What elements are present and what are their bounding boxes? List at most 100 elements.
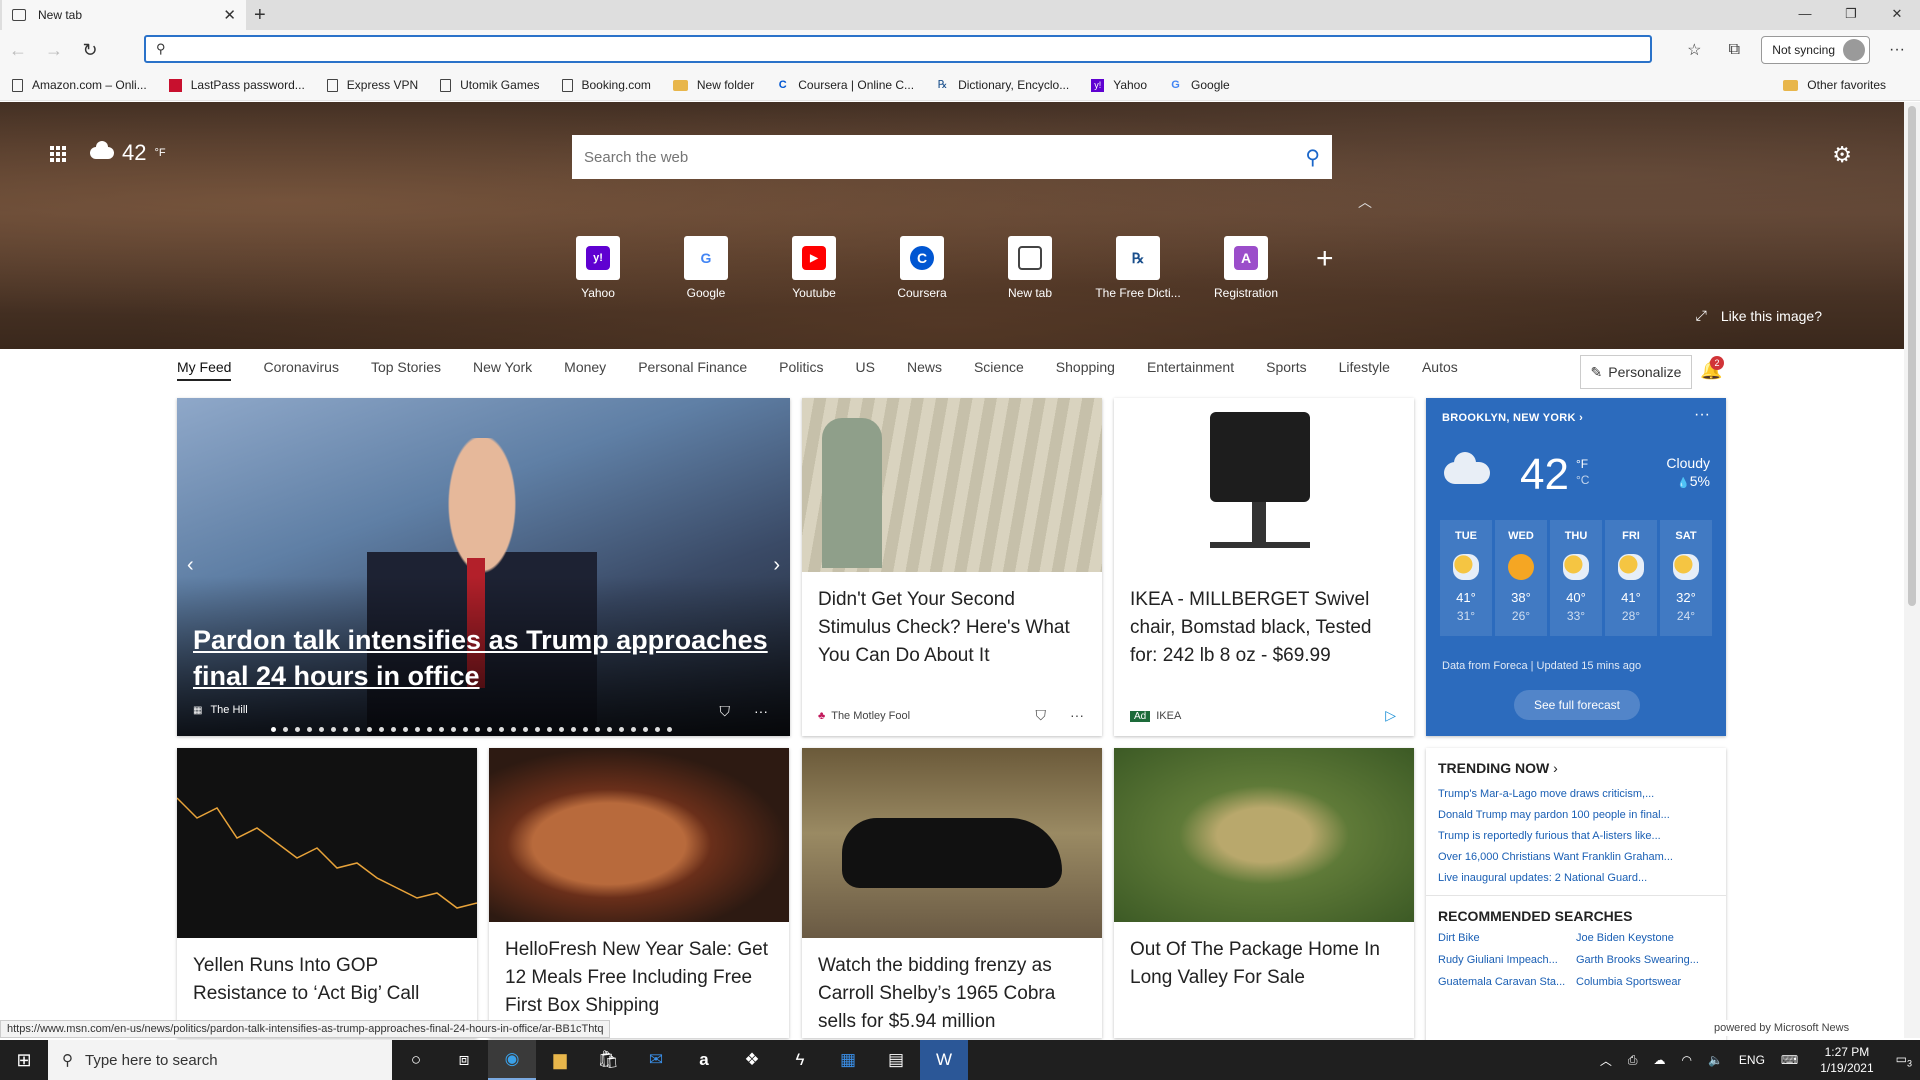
trending-link[interactable]: Over 16,000 Christians Want Franklin Gra… xyxy=(1426,847,1726,868)
other-favorites[interactable]: Other favorites xyxy=(1783,78,1886,92)
app-launcher-icon[interactable] xyxy=(50,146,66,162)
quick-link-youtube[interactable]: ▶ Youtube xyxy=(760,236,868,300)
tab-autos[interactable]: Autos xyxy=(1422,359,1458,381)
trending-link[interactable]: Donald Trump may pardon 100 people in fi… xyxy=(1426,805,1726,826)
mail-icon[interactable]: ✉ xyxy=(632,1040,680,1080)
add-site-icon[interactable]: + xyxy=(1316,242,1334,276)
favorite-new-folder[interactable]: New folder xyxy=(672,78,754,92)
new-tab-button[interactable]: + xyxy=(254,4,266,27)
forecast-day[interactable]: WED 38° 26° xyxy=(1495,520,1547,636)
card-title[interactable]: Watch the bidding frenzy as Carroll Shel… xyxy=(802,938,1102,1036)
tab-entertainment[interactable]: Entertainment xyxy=(1147,359,1234,381)
top-story-card[interactable]: ‹ › Pardon talk intensifies as Trump app… xyxy=(177,398,790,736)
refresh-icon[interactable]: ↻ xyxy=(72,40,108,61)
task-view-icon[interactable]: ⧈ xyxy=(440,1040,488,1080)
more-options-icon[interactable]: ··· xyxy=(754,703,768,720)
unit-f[interactable]: °F xyxy=(1576,456,1589,472)
card-title[interactable]: Out Of The Package Home In Long Valley F… xyxy=(1114,922,1414,992)
quick-link-free-dictionary[interactable]: ℞ The Free Dicti... xyxy=(1084,236,1192,300)
close-tab-icon[interactable]: ✕ xyxy=(223,6,236,24)
more-options-icon[interactable]: ··· xyxy=(1694,406,1710,424)
tab-new-york[interactable]: New York xyxy=(473,359,532,381)
recommended-link[interactable]: Rudy Giuliani Impeach... xyxy=(1438,954,1576,966)
tab-politics[interactable]: Politics xyxy=(779,359,823,381)
yellen-card[interactable]: Yellen Runs Into GOP Resistance to ‘Act … xyxy=(177,748,477,1038)
home-card[interactable]: Out Of The Package Home In Long Valley F… xyxy=(1114,748,1414,1038)
favorite-utomik[interactable]: Utomik Games xyxy=(440,78,540,92)
more-options-icon[interactable]: ··· xyxy=(1070,707,1084,724)
favorite-lastpass[interactable]: LastPass password... xyxy=(168,78,305,92)
tab-money[interactable]: Money xyxy=(564,359,606,381)
adchoices-icon[interactable]: ▷ xyxy=(1385,707,1396,724)
card-title[interactable]: HelloFresh New Year Sale: Get 12 Meals F… xyxy=(489,922,789,1020)
hero-weather[interactable]: 42 °F xyxy=(90,140,166,166)
forecast-day[interactable]: THU 40° 33° xyxy=(1550,520,1602,636)
scrollbar-thumb[interactable] xyxy=(1908,106,1916,606)
tab-us[interactable]: US xyxy=(856,359,875,381)
stimulus-card[interactable]: Didn't Get Your Second Stimulus Check? H… xyxy=(802,398,1102,736)
tab-shopping[interactable]: Shopping xyxy=(1056,359,1115,381)
favorite-booking[interactable]: Booking.com xyxy=(561,78,651,92)
forecast-day[interactable]: FRI 41° 28° xyxy=(1605,520,1657,636)
card-title[interactable]: Didn't Get Your Second Stimulus Check? H… xyxy=(802,572,1102,670)
calendar-icon[interactable]: ▦ xyxy=(824,1040,872,1080)
favorite-yahoo[interactable]: y! Yahoo xyxy=(1091,78,1147,92)
gear-icon[interactable]: ⚙ xyxy=(1832,142,1852,168)
trending-link[interactable]: Trump's Mar-a-Lago move draws criticism,… xyxy=(1426,784,1726,805)
amazon-icon[interactable]: a xyxy=(680,1040,728,1080)
bookmark-icon[interactable]: ⛉ xyxy=(720,703,731,720)
ikea-ad-card[interactable]: IKEA - MILLBERGET Swivel chair, Bomstad … xyxy=(1114,398,1414,736)
tab-personal-finance[interactable]: Personal Finance xyxy=(638,359,747,381)
favorites-star-icon[interactable]: ☆ xyxy=(1681,40,1707,60)
favorite-google[interactable]: G Google xyxy=(1169,78,1229,92)
tab-news[interactable]: News xyxy=(907,359,942,381)
tab-my-feed[interactable]: My Feed xyxy=(177,359,232,381)
tab-science[interactable]: Science xyxy=(974,359,1024,381)
store-icon[interactable]: 🛍 xyxy=(584,1040,632,1080)
minimize-icon[interactable]: — xyxy=(1782,0,1828,30)
cloud-sync-icon[interactable]: ☁ xyxy=(1645,1053,1673,1067)
close-window-icon[interactable]: ✕ xyxy=(1874,0,1920,30)
back-arrow-icon[interactable]: ← xyxy=(0,40,36,61)
collections-icon[interactable]: ⧉ xyxy=(1721,41,1747,59)
personalize-button[interactable]: ✎ Personalize xyxy=(1580,355,1692,389)
scrollbar[interactable] xyxy=(1904,102,1920,1038)
quick-link-registration[interactable]: A Registration xyxy=(1192,236,1300,300)
card-title[interactable]: Yellen Runs Into GOP Resistance to ‘Act … xyxy=(177,938,477,1008)
quick-link-new-tab[interactable]: New tab xyxy=(976,236,1084,300)
hellofresh-card[interactable]: HelloFresh New Year Sale: Get 12 Meals F… xyxy=(489,748,789,1038)
unit-c[interactable]: °C xyxy=(1576,472,1589,488)
more-menu-icon[interactable]: ··· xyxy=(1884,41,1910,59)
tab-top-stories[interactable]: Top Stories xyxy=(371,359,441,381)
meet-now-icon[interactable]: ⎙ xyxy=(1620,1053,1646,1068)
clock[interactable]: 1:27 PM 1/19/2021 xyxy=(1806,1044,1887,1076)
trending-link[interactable]: Live inaugural updates: 2 National Guard… xyxy=(1426,868,1726,889)
chevron-left-icon[interactable]: ‹ xyxy=(187,554,194,577)
trending-title[interactable]: TRENDING NOW › xyxy=(1426,748,1726,784)
chevron-up-icon[interactable]: ︿ xyxy=(1358,192,1372,212)
forecast-day[interactable]: SAT 32° 24° xyxy=(1660,520,1712,636)
weather-location[interactable]: BROOKLYN, NEW YORK › xyxy=(1442,412,1583,424)
tab-sports[interactable]: Sports xyxy=(1266,359,1306,381)
recommended-link[interactable]: Guatemala Caravan Sta... xyxy=(1438,976,1576,988)
card-title[interactable]: IKEA - MILLBERGET Swivel chair, Bomstad … xyxy=(1114,572,1414,670)
tab-coronavirus[interactable]: Coronavirus xyxy=(263,359,338,381)
edge-icon[interactable]: ◉ xyxy=(488,1040,536,1080)
tab-new-tab[interactable]: New tab ✕ xyxy=(2,0,246,30)
search-icon[interactable]: ⚲ xyxy=(1305,145,1320,170)
quick-link-coursera[interactable]: C Coursera xyxy=(868,236,976,300)
windows-start-icon[interactable]: ⊞ xyxy=(0,1050,48,1071)
see-full-forecast-button[interactable]: See full forecast xyxy=(1514,690,1640,720)
cobra-card[interactable]: Watch the bidding frenzy as Carroll Shel… xyxy=(802,748,1102,1038)
taskbar-search[interactable]: ⚲ Type here to search xyxy=(48,1040,392,1080)
file-explorer-icon[interactable]: ▆ xyxy=(536,1040,584,1080)
tab-lifestyle[interactable]: Lifestyle xyxy=(1339,359,1390,381)
bookmark-icon[interactable]: ⛉ xyxy=(1036,707,1047,724)
chevron-right-icon[interactable]: › xyxy=(773,554,780,577)
lightning-icon[interactable]: ϟ xyxy=(776,1040,824,1080)
quick-link-yahoo[interactable]: y! Yahoo xyxy=(544,236,652,300)
language-indicator[interactable]: ENG xyxy=(1731,1053,1773,1067)
restore-icon[interactable]: ❐ xyxy=(1828,0,1874,30)
keyboard-icon[interactable]: ⌨ xyxy=(1773,1053,1806,1067)
wifi-icon[interactable]: ◠ xyxy=(1673,1053,1699,1067)
